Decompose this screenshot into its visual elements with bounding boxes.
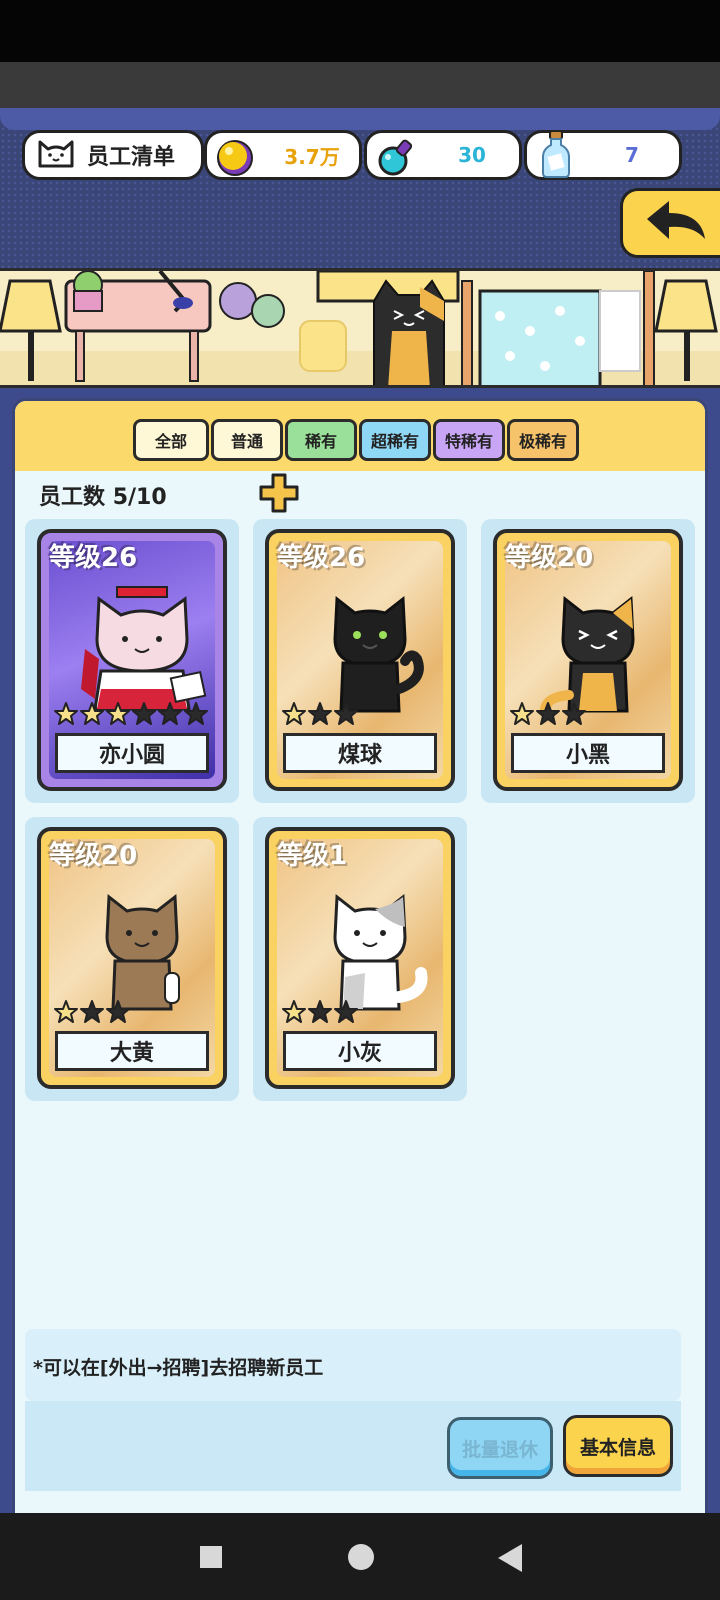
tab-super-rare[interactable]: 超稀有 [359,419,431,461]
star-icon [333,701,359,729]
page-title: 员工清单 [87,145,176,170]
staff-level: 等级1 [277,841,348,871]
staff-count-label: 员工数 [39,485,106,510]
gold-counter: 3.7万 [204,130,362,180]
add-staff-button[interactable] [259,473,299,513]
tab-rare[interactable]: 稀有 [285,419,357,461]
recruit-hint-text: *可以在[外出→招聘]去招聘新员工 [33,1357,324,1379]
back-button[interactable] [620,188,720,258]
star-rating [53,701,209,729]
star-icon [157,701,183,729]
potion-flask-icon [375,137,417,183]
staff-panel: 全部 普通 稀有 超稀有 特稀有 极稀有 员工数 5/10 等级26 亦小圆 等级2… [12,398,708,1538]
staff-card-slot: 等级26 亦小圆 [25,519,239,803]
star-icon [53,999,79,1027]
bottle-counter: 7 [524,130,682,180]
top-strip [0,62,720,110]
tab-all[interactable]: 全部 [133,419,209,461]
header-top-edge [0,108,720,130]
staff-card[interactable]: 等级26 煤球 [265,529,455,791]
rarity-tabs: 全部 普通 稀有 超稀有 特稀有 极稀有 [15,401,705,471]
staff-card-slot: 等级26 煤球 [253,519,467,803]
staff-name: 亦小圆 [55,733,209,773]
staff-name: 大黄 [55,1031,209,1071]
star-icon [79,701,105,729]
star-icon [131,701,157,729]
staff-card[interactable]: 等级20 小黑 [493,529,683,791]
status-bar [0,0,720,62]
message-bottle-icon [539,129,573,183]
staff-name: 煤球 [283,733,437,773]
recruit-hint: *可以在[外出→招聘]去招聘新员工 [25,1329,681,1401]
gold-coin-icon [215,138,255,182]
staff-card-slot: 等级20 大黄 [25,817,239,1101]
staff-card[interactable]: 等级26 亦小圆 [37,529,227,791]
recents-icon[interactable] [200,1546,222,1568]
staff-list-title: 员工清单 [22,130,204,180]
star-rating [281,701,359,729]
staff-count: 员工数 5/10 [39,479,167,511]
tab-special-rare[interactable]: 特稀有 [433,419,505,461]
plus-icon [259,473,299,517]
star-icon [307,999,333,1027]
bottle-value: 7 [625,143,639,167]
potion-value: 30 [458,143,486,167]
home-icon[interactable] [348,1544,374,1570]
staff-card-slot: 等级20 小黑 [481,519,695,803]
star-icon [79,999,105,1027]
staff-level: 等级26 [49,543,138,573]
cat-face-icon [35,136,77,174]
batch-retire-button[interactable]: 批量退休 [447,1417,553,1479]
star-rating [509,701,587,729]
tab-ultra-rare[interactable]: 极稀有 [507,419,579,461]
star-icon [281,999,307,1027]
system-back-icon[interactable] [498,1544,522,1572]
back-arrow-icon [643,199,709,247]
staff-count-value: 5/10 [112,485,167,510]
star-icon [509,701,535,729]
basic-info-button[interactable]: 基本信息 [563,1415,673,1477]
star-rating [281,999,359,1027]
staff-card[interactable]: 等级20 大黄 [37,827,227,1089]
star-icon [535,701,561,729]
staff-level: 等级20 [505,543,594,573]
room-scene [0,268,720,388]
star-icon [53,701,79,729]
star-icon [281,701,307,729]
potion-counter: 30 [364,130,522,180]
star-icon [333,999,359,1027]
gold-value: 3.7万 [284,144,340,169]
staff-card[interactable]: 等级1 小灰 [265,827,455,1089]
staff-name: 小灰 [283,1031,437,1071]
star-icon [183,701,209,729]
staff-name: 小黑 [511,733,665,773]
star-icon [105,999,131,1027]
star-icon [561,701,587,729]
star-icon [105,701,131,729]
tab-common[interactable]: 普通 [211,419,283,461]
staff-level: 等级20 [49,841,138,871]
star-icon [307,701,333,729]
staff-card-slot: 等级1 小灰 [253,817,467,1101]
star-rating [53,999,131,1027]
staff-level: 等级26 [277,543,366,573]
